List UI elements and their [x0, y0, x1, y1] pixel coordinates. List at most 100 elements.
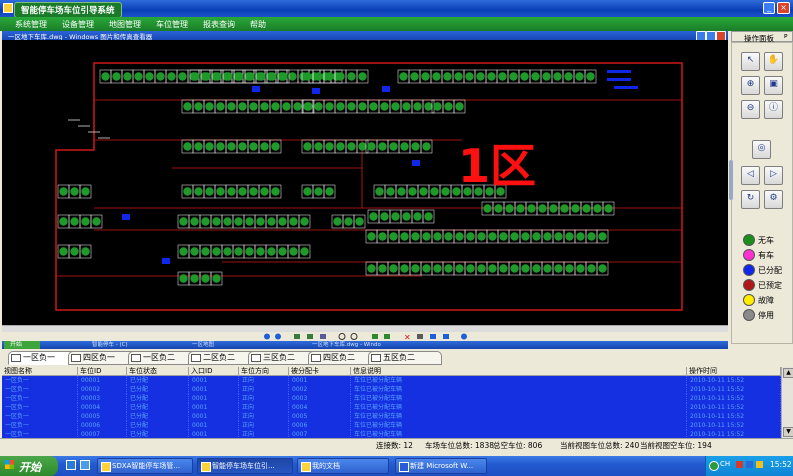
parking-space-free	[560, 204, 569, 213]
map-horizontal-scrollbar[interactable]	[2, 325, 728, 332]
parking-map-drawing: 1区	[55, 62, 683, 311]
column-header-direction[interactable]: 车位方向	[239, 367, 289, 376]
table-row[interactable]: 一区负一 00006 已分配 0001 正向 0006 车位已被分配车辆 2010-10-11…	[2, 421, 781, 430]
table-row[interactable]: 一区负一 00001 已分配 0001 正向 0001 车位已被分配车辆 2010-10-11…	[2, 376, 781, 385]
network-icon[interactable]	[709, 461, 719, 471]
parking-space-free	[278, 217, 287, 226]
antivirus-icon[interactable]	[736, 461, 743, 468]
volume-icon[interactable]	[746, 461, 753, 468]
parking-space-free	[397, 187, 406, 196]
table-row[interactable]: 一区负一 00004 已分配 0001 正向 0004 车位已被分配车辆 2010-10-11…	[2, 403, 781, 412]
quick-launch-ie-icon[interactable]	[66, 460, 76, 470]
minimize-button[interactable]: _	[763, 2, 775, 14]
table-cell: 正向	[239, 412, 289, 421]
parking-space-free	[336, 72, 345, 81]
parking-space-free	[413, 212, 422, 221]
settings-icon[interactable]: ⚙	[764, 190, 783, 209]
menu-space[interactable]: 车位管理	[156, 19, 188, 30]
table-cell: 已分配	[127, 376, 189, 385]
parking-space-free	[554, 232, 563, 241]
parking-space-free	[565, 264, 574, 273]
parking-space-free	[554, 264, 563, 273]
embedded-task-1: 智能停车 - (C)	[92, 342, 128, 348]
start-button[interactable]: 开始	[0, 456, 58, 476]
zoom-out-icon[interactable]: ⊖	[741, 100, 760, 119]
column-header-entry-id[interactable]: 入口ID	[189, 367, 239, 376]
parking-space-free	[216, 187, 225, 196]
parking-space-free	[183, 187, 192, 196]
menu-map[interactable]: 地图管理	[109, 19, 141, 30]
table-row[interactable]: 一区负一 00005 已分配 0001 正向 0005 车位已被分配车辆 2010-10-11…	[2, 412, 781, 421]
status-view-empty: 当前视图空车位: 194	[640, 441, 712, 450]
quick-launch-desktop-icon[interactable]	[80, 460, 90, 470]
close-button[interactable]: ×	[777, 2, 790, 14]
legend-assigned-label: 已分配	[758, 266, 782, 275]
column-header-status[interactable]: 车位状态	[127, 367, 189, 376]
menu-help[interactable]: 帮助	[250, 19, 266, 30]
parking-space-free	[201, 217, 210, 226]
menu-system[interactable]: 系统管理	[15, 19, 47, 30]
column-header-card[interactable]: 被分配卡	[289, 367, 351, 376]
task-parking-manager[interactable]: SDXA智能停车场管...	[97, 458, 193, 474]
column-header-info[interactable]: 信息说明	[351, 367, 687, 376]
status-total-spaces: 车场车位总数: 1838	[425, 441, 494, 450]
parking-space-free	[411, 232, 420, 241]
parking-space-free	[571, 204, 580, 213]
parking-space-free	[190, 247, 199, 256]
legend-free-label: 无车	[758, 236, 774, 245]
parking-space-free	[433, 264, 442, 273]
table-cell: 一区负一	[2, 403, 78, 412]
panel-splitter[interactable]	[729, 160, 733, 200]
hand-icon[interactable]: ✋	[764, 52, 783, 71]
table-cell: 车位已被分配车辆	[351, 421, 687, 430]
parking-space-free	[194, 102, 203, 111]
app-icon	[3, 3, 13, 13]
tray-app-icon[interactable]	[756, 461, 763, 468]
pin-icon[interactable]: ᴘ	[784, 32, 788, 40]
print-icon	[417, 334, 423, 339]
parking-space-free	[424, 102, 433, 111]
parking-space-free	[549, 204, 558, 213]
scroll-down-icon[interactable]: ▼	[783, 427, 793, 437]
table-row[interactable]: 一区负一 00002 已分配 0001 正向 0002 车位已被分配车辆 2010-10-11…	[2, 385, 781, 394]
parking-space-free	[271, 102, 280, 111]
prev-icon[interactable]: ◁	[741, 166, 760, 185]
parking-space-free	[216, 142, 225, 151]
column-header-view[interactable]: 视图名称	[2, 367, 78, 376]
parking-space-free	[249, 187, 258, 196]
task-word-document[interactable]: 新建 Microsoft W...	[395, 458, 487, 474]
table-cell: 2010-10-11 15:52	[687, 394, 781, 403]
column-header-space-id[interactable]: 车位ID	[78, 367, 127, 376]
tab-zone5-b2[interactable]: 五区负二	[368, 351, 442, 365]
parking-space-free	[553, 72, 562, 81]
parking-space-free	[249, 142, 258, 151]
task-my-documents[interactable]: 我的文档	[297, 458, 389, 474]
zoom-fit-icon[interactable]: ▣	[764, 76, 783, 95]
parking-space-free	[325, 102, 334, 111]
column-header-time[interactable]: 操作时间	[687, 367, 781, 376]
pointer-icon[interactable]: ↖	[741, 52, 760, 71]
table-row[interactable]: 一区负一 00003 已分配 0001 正向 0003 车位已被分配车辆 2010-10-11…	[2, 394, 781, 403]
zoom-in-icon[interactable]: ⊕	[741, 76, 760, 95]
table-cell: 正向	[239, 385, 289, 394]
parking-space-free	[179, 217, 188, 226]
task-space-guidance[interactable]: 智能停车场车位引...	[197, 458, 293, 474]
next-icon[interactable]: ▷	[764, 166, 783, 185]
parking-map[interactable]: 1区	[2, 40, 728, 325]
parking-space-free	[505, 204, 514, 213]
info-icon[interactable]: ⓘ	[764, 100, 783, 119]
zone-label: 1区	[458, 139, 536, 193]
parking-space-free	[604, 204, 613, 213]
refresh-icon[interactable]: ↻	[741, 190, 760, 209]
locate-icon[interactable]: ◎	[752, 140, 771, 159]
parking-space-free	[234, 217, 243, 226]
menu-report[interactable]: 报表查询	[203, 19, 235, 30]
parking-space-free	[444, 102, 453, 111]
parking-space-free	[201, 247, 210, 256]
language-indicator[interactable]: CH	[720, 460, 730, 468]
scroll-up-icon[interactable]: ▲	[783, 368, 793, 378]
table-cell: 一区负一	[2, 385, 78, 394]
table-cell: 00004	[78, 403, 127, 412]
table-vertical-scrollbar[interactable]: ▲ ▼	[781, 367, 793, 438]
menu-device[interactable]: 设备管理	[62, 19, 94, 30]
